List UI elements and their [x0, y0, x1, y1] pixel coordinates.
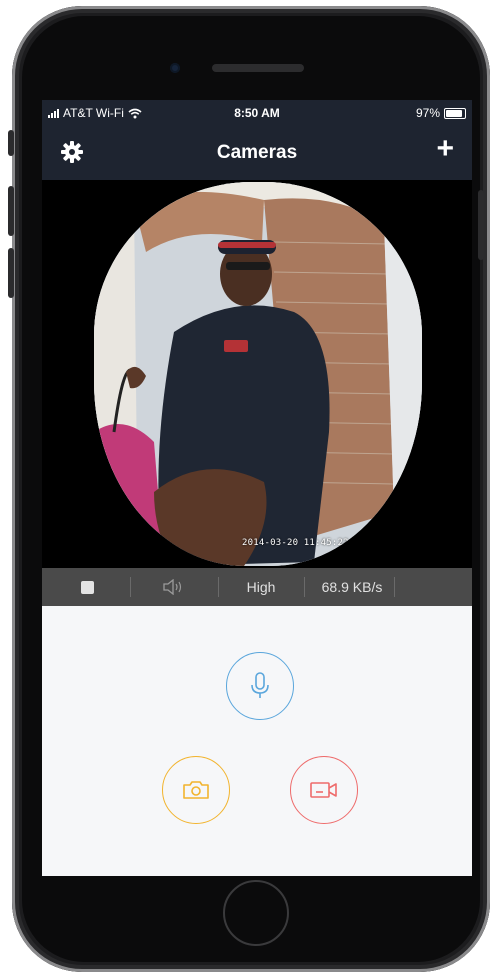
speaker-icon	[163, 579, 182, 595]
earpiece-speaker	[212, 64, 304, 72]
volume-down-button	[8, 248, 14, 298]
power-button	[478, 190, 484, 260]
toolbar-divider	[218, 577, 219, 597]
video-timestamp: 2014-03-20 11:45:22 (S)	[242, 538, 372, 548]
camera-feed-image	[94, 182, 422, 566]
home-button[interactable]	[223, 880, 289, 946]
stream-toolbar: High 68.9 KB/s	[42, 568, 472, 606]
microphone-icon	[251, 672, 269, 698]
status-right: 97%	[416, 106, 466, 120]
battery-percent: 97%	[415, 106, 440, 120]
toolbar-divider	[394, 577, 395, 597]
video-panel[interactable]: 2014-03-20 11:45:22 (S)	[42, 180, 472, 568]
mute-switch	[8, 130, 14, 156]
camera-feed[interactable]: 2014-03-20 11:45:22 (S)	[94, 182, 422, 566]
bitrate-readout: 68.9 KB/s	[308, 568, 396, 606]
bitrate-label: 68.9 KB/s	[321, 579, 383, 595]
speaker-button[interactable]	[146, 568, 202, 606]
battery-icon	[444, 107, 466, 119]
app-screen: AT&T Wi-Fi 8:50 AM 97% Cameras + 2014-03…	[42, 100, 472, 876]
snapshot-button[interactable]	[162, 756, 230, 824]
volume-up-button	[8, 186, 14, 236]
page-title: Cameras	[216, 142, 298, 163]
nav-bar: Cameras +	[42, 126, 472, 180]
quality-label: High	[246, 579, 276, 595]
controls-panel	[42, 606, 472, 876]
plus-icon[interactable]: +	[436, 134, 454, 164]
quality-selector[interactable]: High	[228, 568, 294, 606]
status-bar: AT&T Wi-Fi 8:50 AM 97%	[42, 100, 472, 126]
status-time: 8:50 AM	[234, 106, 280, 120]
stop-icon	[80, 580, 94, 594]
toolbar-divider	[130, 577, 131, 597]
toolbar-divider	[304, 577, 305, 597]
camera-icon	[183, 781, 209, 799]
microphone-button[interactable]	[226, 652, 294, 720]
stop-button[interactable]	[62, 568, 112, 606]
front-camera	[170, 63, 180, 73]
record-video-button[interactable]	[290, 756, 358, 824]
video-record-icon	[310, 782, 337, 798]
